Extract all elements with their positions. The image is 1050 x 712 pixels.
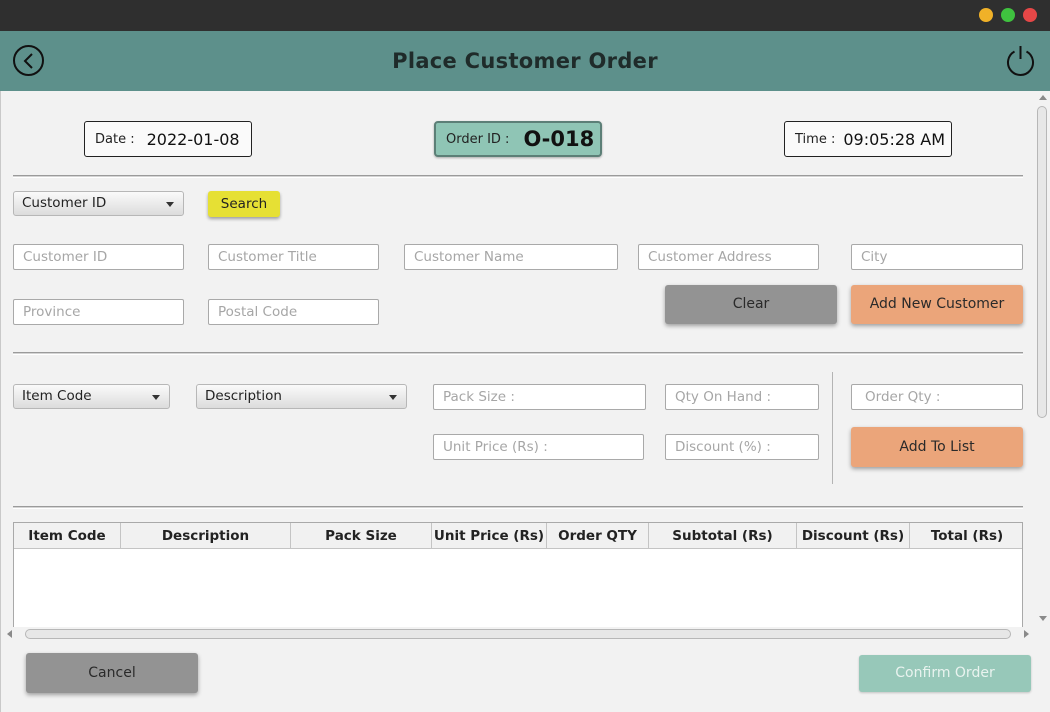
close-window-button[interactable]	[1023, 8, 1037, 22]
page-header: Place Customer Order	[0, 31, 1050, 91]
window-titlebar	[0, 0, 1050, 31]
pack-size-field[interactable]	[433, 384, 646, 410]
customer-search-by-select[interactable]: Customer ID	[13, 191, 184, 216]
section-divider	[13, 506, 1023, 509]
add-new-customer-button[interactable]: Add New Customer	[851, 285, 1023, 324]
customer-search-by-value: Customer ID	[22, 195, 107, 211]
discount-field[interactable]	[665, 434, 819, 460]
column-header-description[interactable]: Description	[121, 523, 291, 549]
city-field[interactable]	[851, 244, 1023, 270]
cancel-button[interactable]: Cancel	[26, 653, 198, 693]
column-header-order-qty[interactable]: Order QTY	[547, 523, 649, 549]
order-qty-field[interactable]	[851, 384, 1023, 410]
order-id-value: O-018	[523, 127, 595, 151]
customer-address-field[interactable]	[638, 244, 819, 270]
column-header-unit-price[interactable]: Unit Price (Rs)	[432, 523, 547, 549]
unit-price-field[interactable]	[433, 434, 644, 460]
zoom-window-button[interactable]	[1001, 8, 1015, 22]
order-items-table[interactable]: Item Code Description Pack Size Unit Pri…	[13, 522, 1023, 630]
vertical-scroll-thumb[interactable]	[1037, 106, 1047, 418]
dropdown-arrow-icon	[166, 202, 174, 207]
section-divider	[13, 352, 1023, 355]
order-id-label: Order ID :	[446, 131, 510, 147]
add-to-list-button[interactable]: Add To List	[851, 427, 1023, 467]
item-code-select[interactable]: Item Code	[13, 384, 170, 409]
time-label: Time :	[795, 131, 836, 147]
page-title: Place Customer Order	[392, 49, 658, 73]
clear-button[interactable]: Clear	[665, 285, 837, 324]
column-header-subtotal[interactable]: Subtotal (Rs)	[649, 523, 797, 549]
postal-code-field[interactable]	[208, 299, 379, 325]
date-label: Date :	[95, 131, 135, 147]
confirm-order-button[interactable]: Confirm Order	[859, 655, 1031, 692]
dropdown-arrow-icon	[152, 395, 160, 400]
column-header-pack-size[interactable]: Pack Size	[291, 523, 432, 549]
column-header-discount[interactable]: Discount (Rs)	[797, 523, 910, 549]
vertical-divider	[832, 372, 833, 484]
customer-name-field[interactable]	[404, 244, 618, 270]
customer-title-field[interactable]	[208, 244, 379, 270]
qty-on-hand-field[interactable]	[665, 384, 819, 410]
item-code-select-value: Item Code	[22, 388, 92, 404]
vertical-scrollbar[interactable]	[1035, 91, 1050, 631]
time-value: 09:05:28 AM	[843, 129, 946, 149]
time-display: Time : 09:05:28 AM	[784, 121, 952, 157]
horizontal-scroll-thumb[interactable]	[25, 629, 1011, 639]
search-button[interactable]: Search	[208, 191, 280, 217]
section-divider	[13, 175, 1023, 178]
logout-button[interactable]	[1004, 44, 1037, 77]
description-select-value: Description	[205, 388, 282, 404]
date-value: 2022-01-08	[146, 129, 240, 149]
dropdown-arrow-icon	[389, 395, 397, 400]
page-footer: Cancel Confirm Order	[0, 643, 1050, 712]
date-display: Date : 2022-01-08	[84, 121, 252, 157]
scroll-right-arrow-icon[interactable]	[1024, 630, 1029, 638]
power-icon	[1007, 46, 1034, 76]
province-field[interactable]	[13, 299, 184, 325]
minimize-window-button[interactable]	[979, 8, 993, 22]
main-content: Date : 2022-01-08 Order ID : O-018 Time …	[0, 91, 1050, 643]
scroll-up-arrow-icon[interactable]	[1039, 95, 1047, 100]
column-header-item-code[interactable]: Item Code	[14, 523, 121, 549]
scroll-down-arrow-icon[interactable]	[1039, 616, 1047, 621]
scroll-left-arrow-icon[interactable]	[7, 630, 12, 638]
description-select[interactable]: Description	[196, 384, 407, 409]
order-id-display: Order ID : O-018	[434, 121, 602, 157]
table-header: Item Code Description Pack Size Unit Pri…	[14, 523, 1022, 549]
horizontal-scrollbar[interactable]	[1, 627, 1035, 643]
customer-id-field[interactable]	[13, 244, 184, 270]
column-header-total[interactable]: Total (Rs)	[910, 523, 1022, 549]
